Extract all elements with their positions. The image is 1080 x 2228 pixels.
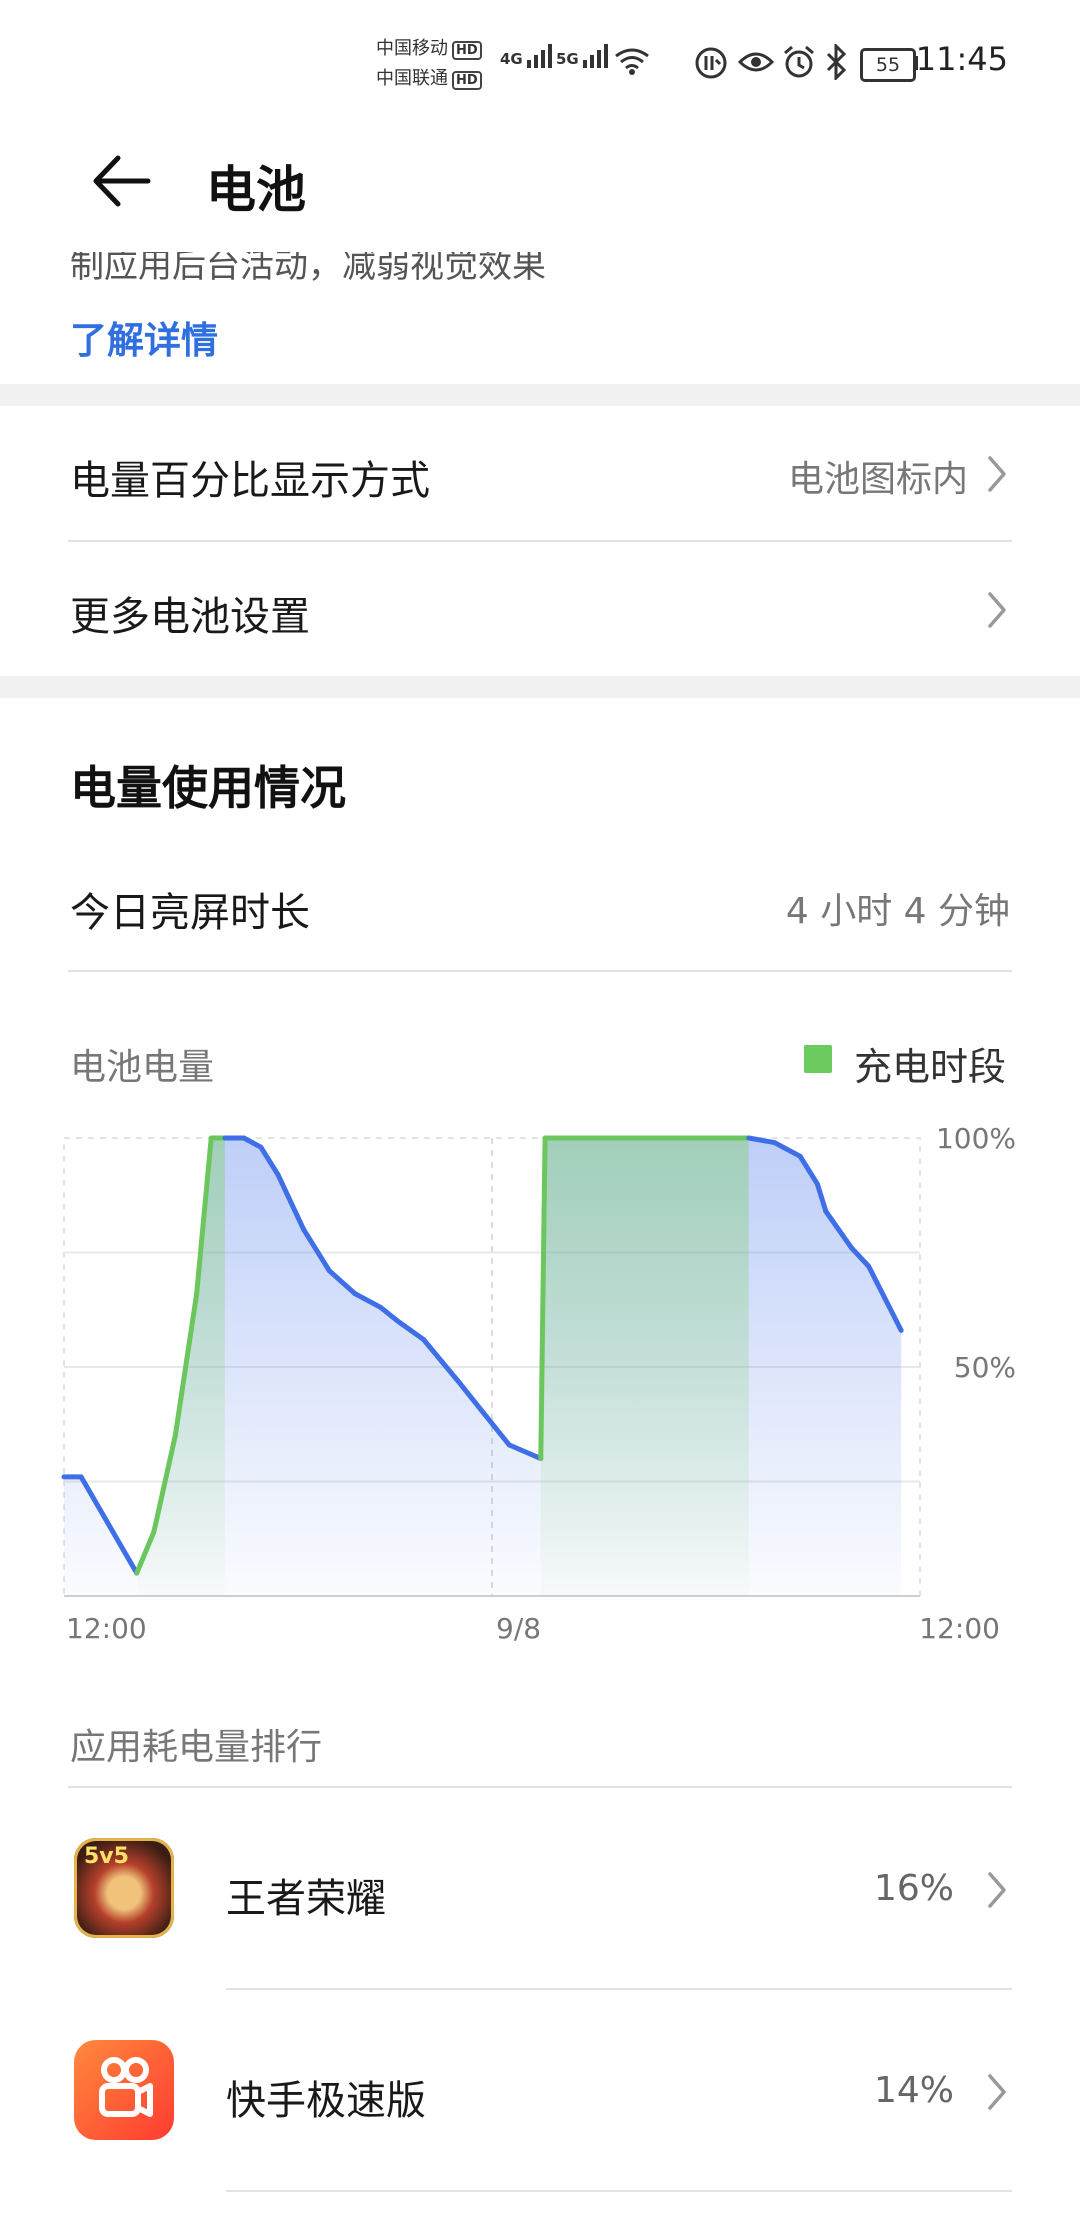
x-tick-label: 12:00 xyxy=(66,1612,147,1645)
battery-icon: 55 xyxy=(860,48,916,82)
legend-label: 充电时段 xyxy=(854,1045,1007,1089)
row-divider xyxy=(226,2190,1012,2192)
page-title: 电池 xyxy=(206,161,306,219)
hd-badge: HD xyxy=(452,41,482,60)
carrier-2-label: 中国联通 xyxy=(376,68,448,89)
carrier-2: 中国联通 HD xyxy=(376,64,482,90)
chevron-right-icon xyxy=(988,592,1006,628)
signal-bars-2-icon xyxy=(582,44,608,68)
eye-comfort-icon xyxy=(738,52,774,72)
status-bar: 中国移动 HD 中国联通 HD 4G 5G 55 11:45 xyxy=(0,0,1080,120)
app-ranking-title: 应用耗电量排行 xyxy=(70,1727,323,1768)
chevron-right-icon xyxy=(988,1872,1006,1908)
more-battery-settings-row[interactable]: 更多电池设置 xyxy=(0,542,1080,676)
game-5v5-icon: 5v5 xyxy=(74,1838,174,1938)
clock: 11:45 xyxy=(915,40,1008,78)
signal-bars-1-icon xyxy=(526,44,552,68)
battery-percentage-label: 电量百分比显示方式 xyxy=(70,458,430,504)
x-tick-label: 12:00 xyxy=(919,1612,1000,1645)
app-usage-percent: 16% xyxy=(873,1868,954,1909)
battery-percentage-value: 电池图标内 xyxy=(787,459,968,500)
legend-swatch xyxy=(804,1045,832,1073)
back-arrow-icon[interactable] xyxy=(88,146,158,216)
section-divider xyxy=(0,676,1080,698)
network-type-2: 5G xyxy=(556,50,579,68)
carrier-1: 中国移动 HD xyxy=(376,34,482,60)
intro-description: 制应用后台活动，减弱视觉效果 xyxy=(70,246,546,286)
chart-title: 电池电量 xyxy=(70,1047,215,1088)
row-divider xyxy=(68,970,1012,972)
usage-section-title: 电量使用情况 xyxy=(70,761,346,815)
app-name: 王者荣耀 xyxy=(226,1876,386,1922)
data-saver-icon xyxy=(695,47,727,79)
chevron-right-icon xyxy=(988,2074,1006,2110)
screen-time-value: 4 小时 4 分钟 xyxy=(785,891,1010,932)
wifi-icon xyxy=(615,48,649,75)
learn-more-link[interactable]: 了解详情 xyxy=(70,310,218,364)
network-type-1: 4G xyxy=(500,50,523,68)
hd-badge: HD xyxy=(452,71,482,90)
app-name: 快手极速版 xyxy=(226,2078,426,2124)
battery-level-chart[interactable]: 100% 50% 12:00 9/8 12:00 xyxy=(0,1120,1080,1660)
app-row-kuaishou[interactable]: 快手极速版 14% xyxy=(0,1990,1080,2190)
x-tick-label: 9/8 xyxy=(496,1612,541,1645)
y-tick-label: 50% xyxy=(954,1351,1016,1384)
app-row-honor-of-kings[interactable]: 5v5 王者荣耀 16% xyxy=(0,1788,1080,1988)
bluetooth-icon xyxy=(826,44,847,80)
signal-2: 5G xyxy=(556,44,608,68)
app-usage-percent: 14% xyxy=(873,2070,954,2111)
alarm-icon xyxy=(784,45,814,78)
more-battery-settings-label: 更多电池设置 xyxy=(70,594,310,640)
signal-1: 4G xyxy=(500,44,552,68)
section-divider xyxy=(0,384,1080,406)
screen-time-label: 今日亮屏时长 xyxy=(70,890,310,936)
chevron-right-icon xyxy=(988,456,1006,492)
charging-area xyxy=(540,1138,749,1596)
kuaishou-icon xyxy=(74,2040,174,2140)
carrier-1-label: 中国移动 xyxy=(376,38,448,59)
battery-percentage-row[interactable]: 电量百分比显示方式 电池图标内 xyxy=(0,406,1080,540)
y-tick-label: 100% xyxy=(936,1122,1016,1155)
battery-level: 55 xyxy=(875,54,901,76)
